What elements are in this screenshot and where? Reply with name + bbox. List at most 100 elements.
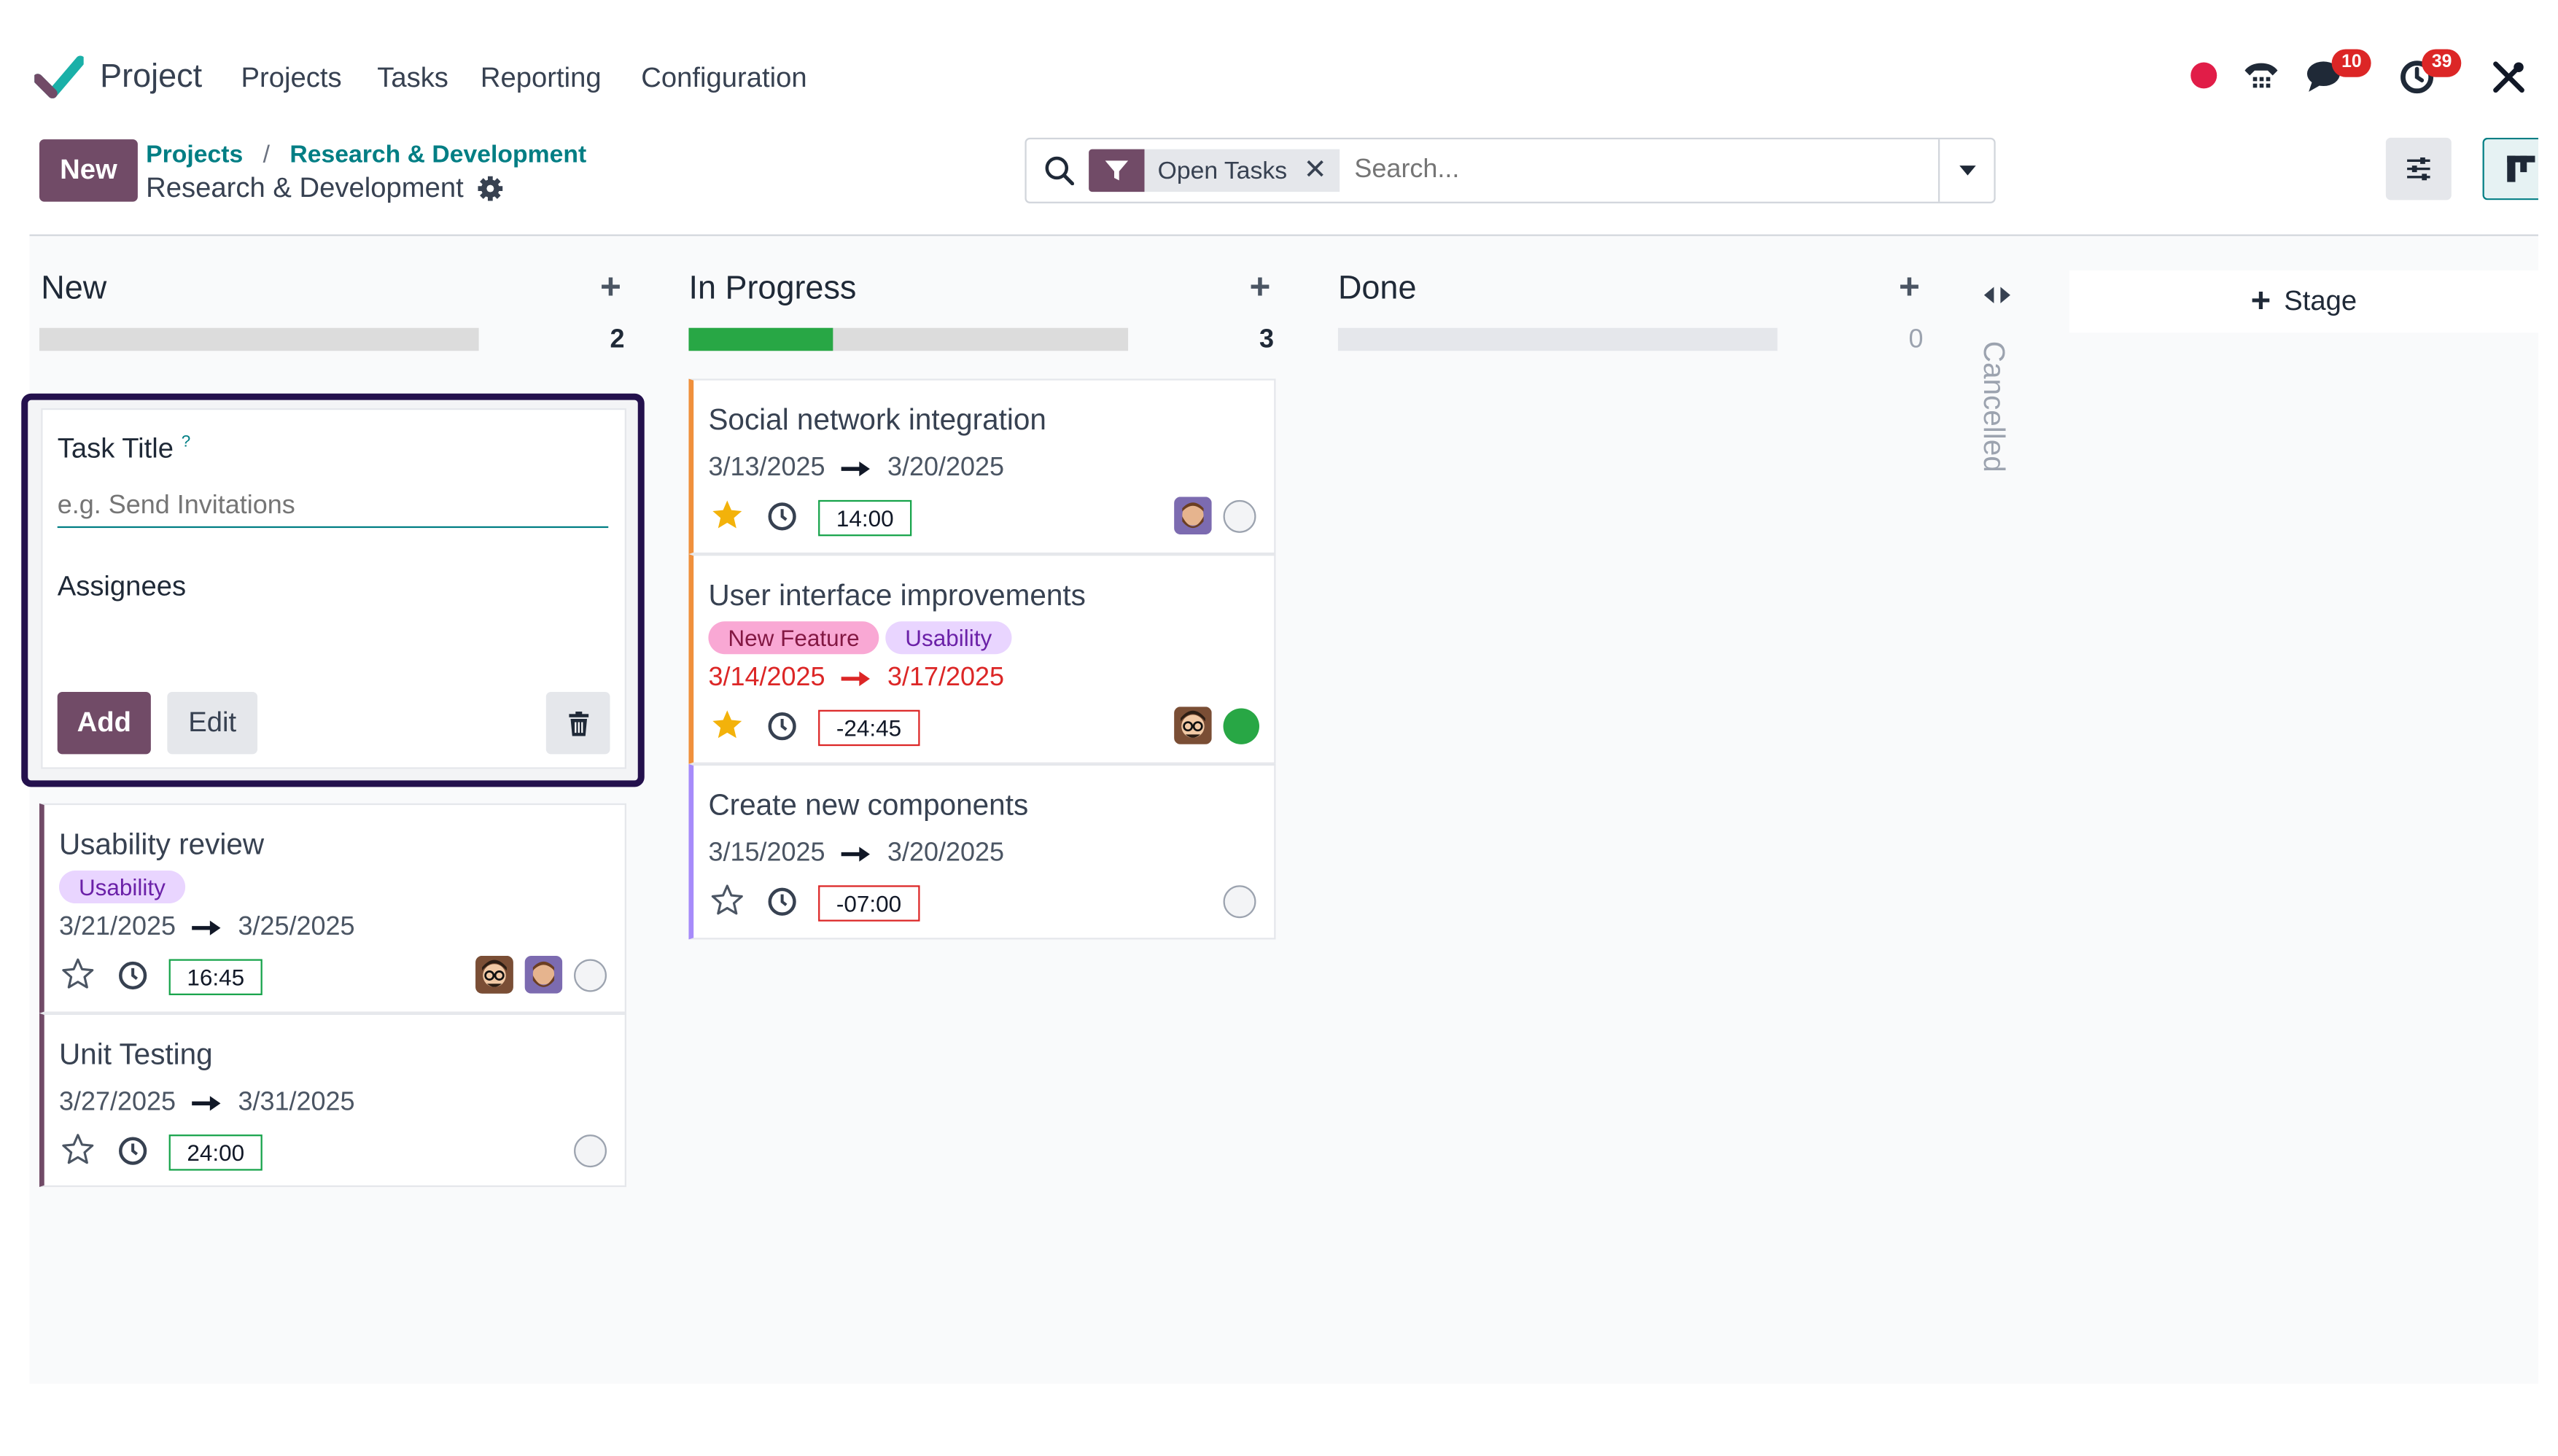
star-outline-icon[interactable]: [61, 957, 95, 990]
folded-column-cancelled[interactable]: Cancelled: [1976, 341, 2010, 472]
app-logo[interactable]: [32, 55, 85, 98]
allocated-time: 16:45: [168, 959, 263, 995]
quick-add-done-icon[interactable]: +: [1899, 265, 1920, 308]
kanban-state-indicator[interactable]: [574, 1134, 607, 1168]
kanban-state-indicator[interactable]: [1223, 885, 1256, 919]
tag-usability: Usability: [58, 871, 185, 904]
star-outline-icon[interactable]: [61, 1133, 95, 1166]
tag-usability: Usability: [885, 621, 1012, 655]
clock-icon[interactable]: [767, 712, 796, 741]
activities-icon[interactable]: 39: [2399, 49, 2462, 98]
task-end-date: 3/17/2025: [887, 663, 1005, 692]
quick-add-in-progress-icon[interactable]: +: [1250, 265, 1271, 308]
arrow-right-icon: [841, 846, 871, 862]
avatar-glasses-user[interactable]: [475, 955, 513, 994]
task-title: Usability review: [58, 828, 265, 861]
app-name[interactable]: Project: [100, 59, 202, 97]
breadcrumb-projects[interactable]: Projects: [146, 141, 243, 168]
clock-icon[interactable]: [767, 502, 796, 531]
phone-icon[interactable]: [2242, 58, 2281, 102]
allocated-time: 24:00: [168, 1134, 263, 1171]
column-title-new[interactable]: New: [41, 270, 106, 308]
task-card-create-new-components[interactable]: Create new components 3/15/2025 3/20/202…: [688, 763, 1276, 940]
kanban-icon: [2507, 155, 2535, 182]
activities-badge: 39: [2422, 49, 2462, 77]
task-title-input[interactable]: [57, 486, 609, 529]
allocated-time: 14:00: [818, 499, 912, 537]
column-title-in-progress[interactable]: In Progress: [688, 270, 856, 308]
column-count-done: 0: [1908, 326, 1924, 354]
task-title: Social network integration: [708, 403, 1046, 437]
progress-bar-in-progress[interactable]: [688, 327, 1129, 351]
star-outline-icon[interactable]: [710, 884, 745, 916]
task-end-date: 3/20/2025: [887, 839, 1005, 868]
messages-icon[interactable]: 10: [2306, 49, 2372, 98]
task-start-date: 3/15/2025: [708, 839, 825, 868]
nav-configuration[interactable]: Configuration: [641, 62, 806, 95]
search-icon[interactable]: [1044, 156, 1074, 186]
task-end-date: 3/31/2025: [238, 1089, 355, 1117]
task-title: User interface improvements: [708, 578, 1086, 612]
filter-facet: Open Tasks ✕: [1089, 149, 1340, 192]
task-start-date: 3/14/2025: [708, 663, 825, 692]
edit-button[interactable]: Edit: [167, 691, 258, 755]
help-tooltip-icon[interactable]: ?: [182, 433, 191, 451]
task-card-unit-testing[interactable]: Unit Testing 3/27/2025 3/31/2025 24:00: [39, 1013, 627, 1188]
messages-badge: 10: [2331, 49, 2372, 77]
recording-dot-icon[interactable]: [2190, 62, 2217, 89]
task-end-date: 3/20/2025: [887, 453, 1005, 483]
progress-bar-done[interactable]: [1337, 327, 1778, 351]
new-button[interactable]: New: [39, 139, 138, 202]
arrow-right-icon: [192, 920, 221, 935]
clock-icon[interactable]: [118, 961, 147, 990]
discard-button[interactable]: [545, 691, 610, 755]
avatar-bearded-user[interactable]: [524, 955, 563, 994]
column-title-done[interactable]: Done: [1338, 270, 1417, 308]
search-options-toggle[interactable]: [1940, 139, 1994, 201]
task-title: Create new components: [708, 788, 1029, 822]
clock-icon[interactable]: [767, 887, 796, 916]
quick-add-new-icon[interactable]: +: [600, 265, 621, 308]
unfold-column-icon[interactable]: [1983, 284, 2012, 315]
assignees-input[interactable]: [58, 607, 609, 672]
tools-icon[interactable]: [2491, 59, 2527, 104]
kanban-state-indicator[interactable]: [1223, 499, 1256, 533]
task-card-user-interface-improvements[interactable]: User interface improvements New Feature …: [688, 554, 1276, 764]
trash-icon: [568, 710, 588, 736]
plus-icon: +: [2250, 281, 2271, 320]
nav-tasks[interactable]: Tasks: [377, 62, 448, 95]
filter-facet-body: Open Tasks ✕: [1144, 149, 1340, 192]
search-input[interactable]: [1350, 149, 1932, 192]
allocated-time: -24:45: [818, 709, 920, 747]
clock-icon[interactable]: [118, 1136, 147, 1165]
add-stage-label: Stage: [2284, 285, 2357, 316]
add-stage-button[interactable]: + Stage: [2069, 270, 2538, 333]
avatar-bearded-user[interactable]: [1174, 497, 1212, 535]
task-card-usability-review[interactable]: Usability review Usability 3/21/2025 3/2…: [39, 803, 627, 1013]
kanban-view-button[interactable]: [2482, 137, 2538, 201]
kanban-state-indicator[interactable]: [574, 959, 607, 992]
page-title-row: Research & Development: [146, 172, 503, 205]
progress-bar-new[interactable]: [39, 327, 479, 351]
breadcrumb: Projects / Research & Development: [146, 141, 586, 168]
kanban-state-ready[interactable]: [1223, 708, 1260, 744]
task-start-date: 3/21/2025: [58, 913, 176, 941]
gear-icon[interactable]: [477, 176, 503, 202]
breadcrumb-separator: /: [263, 141, 271, 169]
tag-new-feature: New Feature: [708, 621, 879, 655]
filter-icon: [1105, 160, 1129, 181]
star-filled-icon[interactable]: [710, 708, 745, 741]
remove-facet-icon[interactable]: ✕: [1304, 154, 1327, 187]
task-card-social-network-integration[interactable]: Social network integration 3/13/2025 3/2…: [688, 378, 1276, 555]
column-count-in-progress: 3: [1259, 326, 1275, 354]
nav-reporting[interactable]: Reporting: [481, 62, 602, 95]
add-button[interactable]: Add: [57, 691, 151, 755]
arrow-right-icon: [841, 671, 871, 687]
progress-fill-in-progress: [688, 327, 834, 351]
avatar-glasses-user[interactable]: [1174, 706, 1212, 744]
settings-toggle-button[interactable]: [2385, 137, 2452, 201]
star-filled-icon[interactable]: [710, 499, 745, 532]
nav-projects[interactable]: Projects: [241, 62, 342, 95]
breadcrumb-research-development[interactable]: Research & Development: [289, 141, 586, 168]
task-start-date: 3/27/2025: [58, 1089, 176, 1117]
